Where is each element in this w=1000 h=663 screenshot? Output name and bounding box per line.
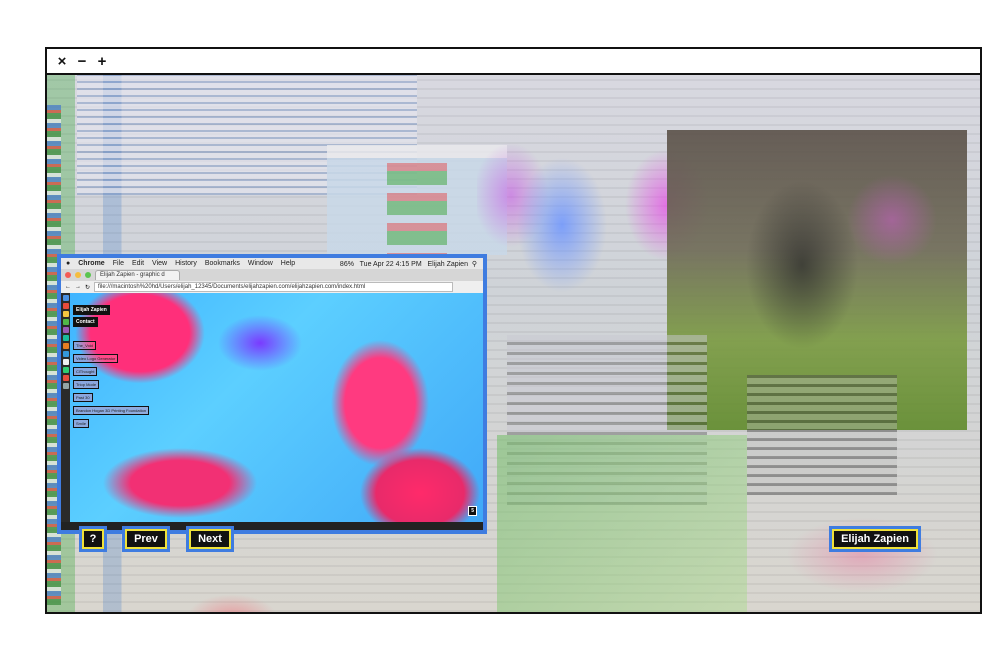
spotlight-icon[interactable]: ⚲ (472, 261, 477, 268)
dock-app-icon[interactable] (62, 303, 69, 309)
dock-app-icon[interactable] (62, 367, 69, 373)
website-page: Elijah Zapien Contact The_Void Video Log… (70, 293, 483, 522)
menu-file[interactable]: File (113, 260, 124, 267)
menubar-status: 86% Tue Apr 22 4:15 PM Elijah Zapien ⚲ (340, 260, 483, 268)
dock-app-icon[interactable] (62, 351, 69, 357)
site-link[interactable]: Brandon Hogan 3D Printing Foundation (73, 406, 150, 415)
site-link[interactable]: Video Logo Generator (73, 354, 119, 363)
menu-help[interactable]: Help (281, 260, 295, 267)
prev-button[interactable]: Prev (122, 526, 170, 552)
dock-app-icon[interactable] (62, 295, 69, 301)
reload-icon[interactable]: ↻ (85, 284, 90, 291)
dock-app-icon[interactable] (62, 335, 69, 341)
browser-tabstrip: Elijah Zapien - graphic d (61, 269, 483, 281)
browser-screenshot: ● Chrome File Edit View History Bookmark… (57, 254, 487, 534)
dock-app-icon[interactable] (62, 343, 69, 349)
dock-app-icon[interactable] (62, 375, 69, 381)
collage-dark-panel (747, 375, 897, 495)
menu-view[interactable]: View (152, 260, 167, 267)
minimize-icon[interactable]: − (75, 54, 89, 69)
back-icon[interactable]: ← (65, 284, 71, 290)
collage-pink-strip (767, 495, 957, 612)
forward-icon[interactable]: → (75, 284, 81, 290)
traffic-zoom-icon[interactable] (85, 272, 91, 278)
battery-level: 86% (339, 260, 354, 268)
site-link[interactable]: Triop Mode (73, 380, 100, 389)
menu-chrome[interactable]: Chrome (78, 260, 104, 267)
collage-orange-sketch (157, 575, 307, 612)
site-contact-button[interactable]: Contact (73, 317, 98, 327)
dock-app-icon[interactable] (62, 359, 69, 365)
apple-icon: ● (66, 260, 71, 267)
mac-dock (61, 293, 70, 522)
menu-window[interactable]: Window (248, 260, 273, 267)
close-icon[interactable]: × (55, 54, 69, 69)
collage-green-tiles (497, 435, 747, 612)
site-link[interactable]: The_Void (73, 341, 96, 350)
address-bar[interactable]: file:///macintosh%20hd/Users/elijah_1234… (94, 282, 453, 292)
traffic-close-icon[interactable] (65, 272, 71, 278)
menu-edit[interactable]: Edit (132, 260, 144, 267)
site-link[interactable]: ClThought (73, 367, 98, 376)
traffic-minimize-icon[interactable] (75, 272, 81, 278)
menubar-clock: Tue Apr 22 4:15 PM (359, 260, 422, 268)
site-link[interactable]: Past 30 (73, 393, 93, 402)
menubar-user[interactable]: Elijah Zapien (428, 261, 468, 268)
dock-app-icon[interactable] (62, 311, 69, 317)
help-button[interactable]: ? (79, 526, 107, 552)
dock-app-icon[interactable] (62, 327, 69, 333)
dock-app-icon[interactable] (62, 319, 69, 325)
slide-counter: 5 (468, 506, 477, 516)
maximize-icon[interactable]: + (95, 54, 109, 69)
site-link[interactable]: Smile (73, 419, 90, 428)
next-button[interactable]: Next (186, 526, 234, 552)
window-titlebar: × − + (47, 49, 980, 75)
name-button[interactable]: Elijah Zapien (829, 526, 921, 552)
dock-app-icon[interactable] (62, 383, 69, 389)
menu-history[interactable]: History (175, 260, 197, 267)
site-name-button[interactable]: Elijah Zapien (73, 305, 110, 315)
browser-tab[interactable]: Elijah Zapien - graphic d (95, 270, 180, 280)
menu-bookmarks[interactable]: Bookmarks (205, 260, 240, 267)
